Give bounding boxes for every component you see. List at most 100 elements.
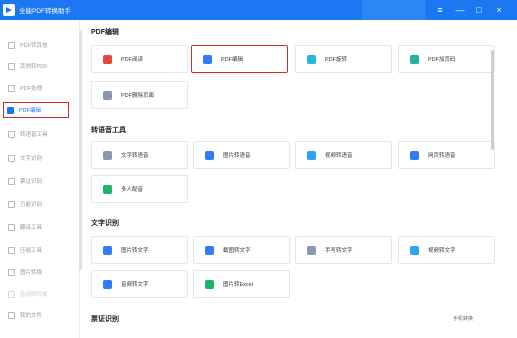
tool-audio-to-text[interactable]: 音频转文字 (91, 270, 188, 298)
sidebar-item-translation[interactable]: 翻译工具 (8, 219, 74, 235)
sidebar-item-pdf-to-other[interactable]: PDF转其他 (8, 37, 74, 53)
tool-image-to-excel[interactable]: 图片转Excel (193, 270, 290, 298)
tool-pdf-rotate[interactable]: PDF旋转 (295, 45, 392, 73)
pdf-page-number-icon (410, 54, 419, 64)
tool-pdf-page-number[interactable]: PDF加页码 (398, 45, 495, 73)
sidebar-item-label: PDF处理 (20, 86, 43, 92)
section-title: 票证识别 (91, 316, 119, 323)
tool-pdf-edit[interactable]: PDF编辑 (191, 45, 288, 73)
tool-pdf-delete-page[interactable]: PDF删除页面 (91, 81, 188, 109)
tool-label: 图片转语音 (223, 153, 251, 159)
tool-label: 多人配音 (121, 187, 144, 193)
section-title: PDF编辑 (91, 29, 119, 36)
tool-text-to-speech[interactable]: 文字转语音 (91, 141, 188, 169)
main-content: PDF编辑 PDF阅读 PDF编辑 PDF旋转 PDF加页码 PDF删除页面 转… (84, 20, 509, 338)
tool-image-to-speech[interactable]: 图片转语音 (193, 141, 290, 169)
pdf-read-icon (103, 54, 112, 64)
pdf-edit-icon (7, 106, 14, 114)
tool-label: 音频转文字 (121, 282, 149, 288)
image-to-text-icon (103, 245, 112, 255)
webpage-to-speech-icon (410, 150, 419, 160)
sidebar-item-ticket-recognition[interactable]: 票证识别 (8, 173, 74, 189)
sidebar-item-pdf-edit[interactable]: PDF编辑 (3, 102, 69, 118)
speech-tools-icon (8, 130, 15, 138)
menu-icon[interactable]: ≡ (431, 2, 449, 18)
tool-label: 图片转Excel (223, 282, 253, 288)
screenshot-to-text-icon (205, 245, 214, 255)
section-title: 文字识别 (91, 220, 119, 227)
handwriting-to-text-icon (307, 245, 316, 255)
sidebar-item-text-recognition[interactable]: 文字识别 (8, 150, 74, 166)
sidebar-item-universal-recognition[interactable]: 万能识别 (8, 196, 74, 212)
sidebar-item-label: 其他转PDF (20, 64, 48, 70)
sidebar-item-label: 我的文件 (20, 313, 43, 319)
tool-label: 网页转语音 (428, 153, 456, 159)
sidebar-item-label: 图片转换 (20, 270, 43, 276)
maximize-button[interactable]: □ (470, 2, 488, 18)
tool-screenshot-to-text[interactable]: 截图转文字 (193, 236, 290, 264)
sidebar-item-label: 票证识别 (20, 179, 43, 185)
multi-dubbing-icon (103, 184, 112, 194)
tool-video-to-text[interactable]: 视频转文字 (398, 236, 495, 264)
universal-recognition-icon (8, 200, 15, 208)
video-to-text-icon (410, 245, 419, 255)
tool-multi-dubbing[interactable]: 多人配音 (91, 175, 188, 203)
close-button[interactable]: × (490, 2, 508, 18)
sidebar-item-other-to-pdf[interactable]: 其他转PDF (8, 58, 74, 74)
sidebar-item-label: PDF转其他 (20, 43, 48, 49)
section-title: 转语音工具 (91, 127, 126, 134)
pdf-process-icon (8, 84, 15, 92)
main-scrollbar[interactable] (491, 50, 494, 150)
tool-label: 截图转文字 (223, 248, 251, 254)
tool-label: 图片转文字 (121, 248, 149, 254)
sidebar-item-compress[interactable]: 压缩工具 (8, 242, 74, 258)
minimize-button[interactable]: — (451, 2, 469, 18)
sidebar: PDF转其他 其他转PDF PDF处理 PDF编辑 转语音工具 文字识别 票证识… (0, 20, 80, 338)
pdf-edit-icon (203, 54, 212, 64)
image-convert-icon (8, 268, 15, 276)
sidebar-item-label: PDF编辑 (19, 108, 42, 114)
sidebar-item-av-convert[interactable]: 音视频转换 (8, 286, 74, 302)
tool-label: PDF阅读 (121, 57, 144, 63)
image-to-speech-icon (205, 150, 214, 160)
translation-icon (8, 223, 15, 231)
tool-label: PDF旋转 (325, 57, 348, 63)
sidebar-item-label: 转语音工具 (20, 132, 48, 138)
tool-video-to-speech[interactable]: 视频转语音 (295, 141, 392, 169)
sidebar-item-label: 翻译工具 (20, 225, 43, 231)
sidebar-item-pdf-process[interactable]: PDF处理 (8, 80, 74, 96)
compress-icon (8, 246, 15, 254)
sidebar-item-label: 压缩工具 (20, 248, 43, 254)
tool-label: PDF编辑 (221, 57, 244, 63)
sidebar-item-my-files[interactable]: 我的文件 (8, 307, 74, 323)
pdf-delete-page-icon (103, 90, 112, 100)
tool-handwriting-to-text[interactable]: 手写转文字 (295, 236, 392, 264)
app-logo-icon (3, 4, 15, 16)
pdf-rotate-icon (307, 54, 316, 64)
audio-to-text-icon (103, 279, 112, 289)
tool-label: PDF加页码 (428, 57, 456, 63)
tool-label: PDF删除页面 (121, 93, 155, 99)
tool-label: 文字转语音 (121, 153, 149, 159)
text-to-speech-icon (103, 150, 112, 160)
tool-label: 视频转文字 (428, 248, 456, 254)
video-to-speech-icon (307, 150, 316, 160)
app-title: 全能PDF转换助手 (19, 8, 71, 15)
tool-pdf-read[interactable]: PDF阅读 (91, 45, 188, 73)
title-bar-highlight (362, 0, 425, 20)
sidebar-item-label: 音视频转换 (20, 292, 48, 298)
tool-webpage-to-speech[interactable]: 网页转语音 (398, 141, 495, 169)
sidebar-item-label: 万能识别 (20, 202, 43, 208)
tool-image-to-text[interactable]: 图片转文字 (91, 236, 188, 264)
title-bar: 全能PDF转换助手 ≡ — □ × (0, 0, 517, 20)
sidebar-item-label: 文字识别 (20, 156, 43, 162)
other-to-pdf-icon (8, 62, 15, 70)
mobile-convert-link[interactable]: 手机转换 (453, 315, 473, 322)
tool-label: 视频转语音 (325, 153, 353, 159)
text-recognition-icon (8, 154, 15, 162)
sidebar-item-image-convert[interactable]: 图片转换 (8, 264, 74, 280)
image-to-excel-icon (205, 279, 214, 289)
ticket-recognition-icon (8, 177, 15, 185)
sidebar-scrollbar[interactable] (79, 30, 82, 270)
sidebar-item-speech-tools[interactable]: 转语音工具 (8, 126, 74, 142)
